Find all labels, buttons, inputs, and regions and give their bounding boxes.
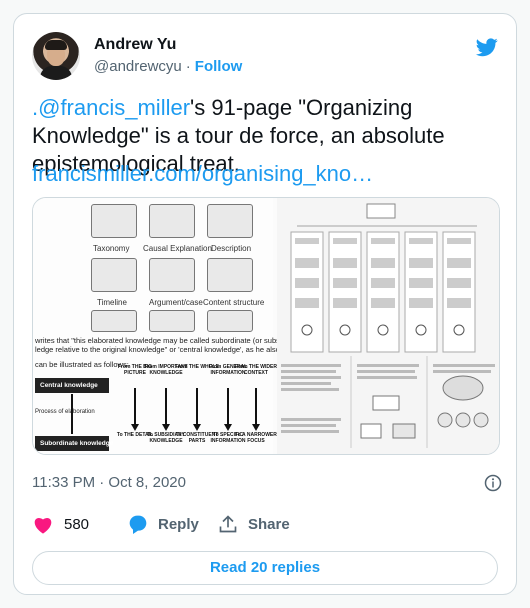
share-label: Share: [248, 515, 290, 533]
author-handle[interactable]: @andrewcyu: [94, 58, 182, 75]
tweet-card: Andrew Yu @andrewcyu · Follow .@francis_mi…: [13, 13, 517, 595]
central-knowledge-box: Central knowledge: [35, 378, 109, 393]
thumb-label-1: Causal Explanation: [143, 244, 212, 253]
handle-row: @andrewcyu · Follow: [94, 58, 242, 75]
reply-button[interactable]: Reply: [128, 514, 199, 534]
media-left-page: Taxonomy Causal Explanation Description …: [33, 198, 305, 454]
elaboration-arrow: [71, 394, 73, 434]
thumb-label-2: Description: [211, 244, 252, 253]
thumb-label-0: Taxonomy: [93, 244, 130, 253]
like-count: 580: [64, 515, 90, 533]
tweet-actions: 580 Reply Share: [32, 514, 502, 542]
extra-thumbnail-1: [91, 310, 137, 332]
causal-thumbnail: [149, 204, 195, 238]
description-thumbnail: [207, 204, 253, 238]
thumb-label-3: Timeline: [97, 298, 127, 307]
arrow-to-4: To A NARROWER FOCUS: [235, 432, 277, 444]
quote-line-1: writes that "this elaborated knowledge m…: [35, 336, 302, 345]
process-label: Process of elaboration: [35, 409, 95, 415]
avatar[interactable]: [32, 32, 80, 80]
reply-icon: [129, 515, 147, 534]
reply-label: Reply: [158, 515, 199, 533]
thumb-label-5: Content structure: [203, 298, 265, 307]
tweet-link[interactable]: francismiller.com/organising_kno…: [32, 161, 373, 187]
timeline-thumbnail: [91, 258, 137, 292]
extra-thumbnail-2: [149, 310, 195, 332]
read-replies-button[interactable]: Read 20 replies: [32, 551, 498, 585]
separator: ·: [185, 58, 191, 75]
heart-icon: [34, 517, 52, 534]
extra-thumbnail-3: [207, 310, 253, 332]
argument-thumbnail: [149, 258, 195, 292]
info-icon[interactable]: [484, 474, 502, 492]
arrow-col-4: From THE WIDER CONTEXT To A NARROWER FOC…: [234, 364, 278, 454]
taxonomy-thumbnail: [91, 204, 137, 238]
share-icon: [219, 515, 237, 533]
arrow-from-4: From THE WIDER CONTEXT: [235, 364, 277, 376]
twitter-bird-icon[interactable]: [474, 36, 500, 58]
share-button[interactable]: Share: [218, 514, 290, 534]
media-right-page: [277, 198, 499, 454]
tweet-header: Andrew Yu @andrewcyu · Follow: [32, 32, 500, 90]
tweet-media[interactable]: Taxonomy Causal Explanation Description …: [32, 197, 500, 455]
follow-button[interactable]: Follow: [195, 58, 243, 75]
subordinate-knowledge-box: Subordinate knowledge: [35, 436, 113, 451]
like-button[interactable]: 580: [32, 514, 89, 534]
tweet-timestamp[interactable]: 11:33 PM · Oct 8, 2020: [32, 474, 186, 491]
author-name[interactable]: Andrew Yu: [94, 36, 176, 54]
content-structure-thumbnail: [207, 258, 253, 292]
mention-link[interactable]: .@francis_miller: [32, 95, 190, 120]
thumb-label-4: Argument/case: [149, 298, 203, 307]
book-diagram-illustration: [281, 203, 495, 448]
quote-line-2: ledge relative to the original knowledge…: [35, 345, 305, 354]
